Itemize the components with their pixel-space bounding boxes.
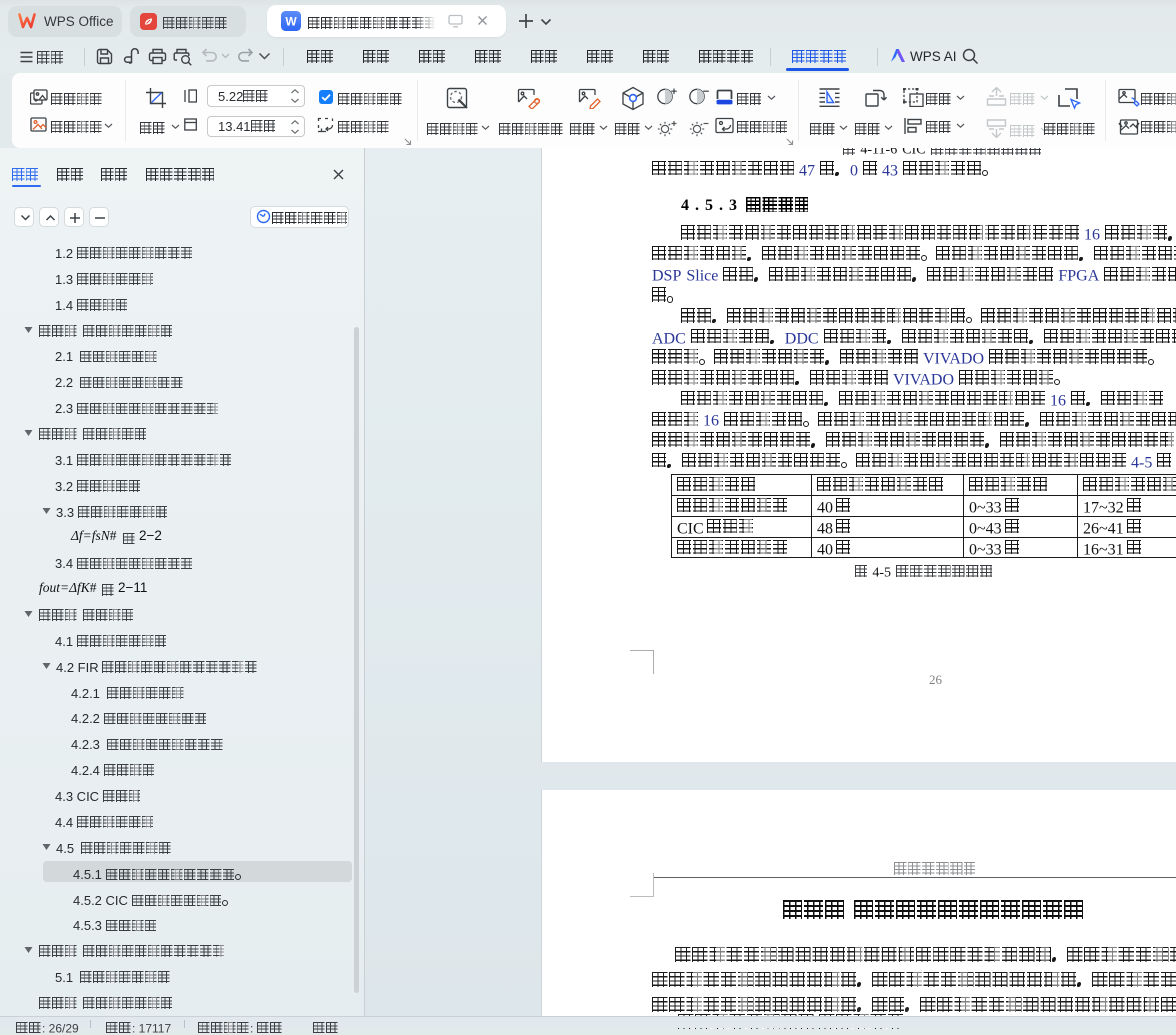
svg-text:W: W	[285, 15, 297, 29]
